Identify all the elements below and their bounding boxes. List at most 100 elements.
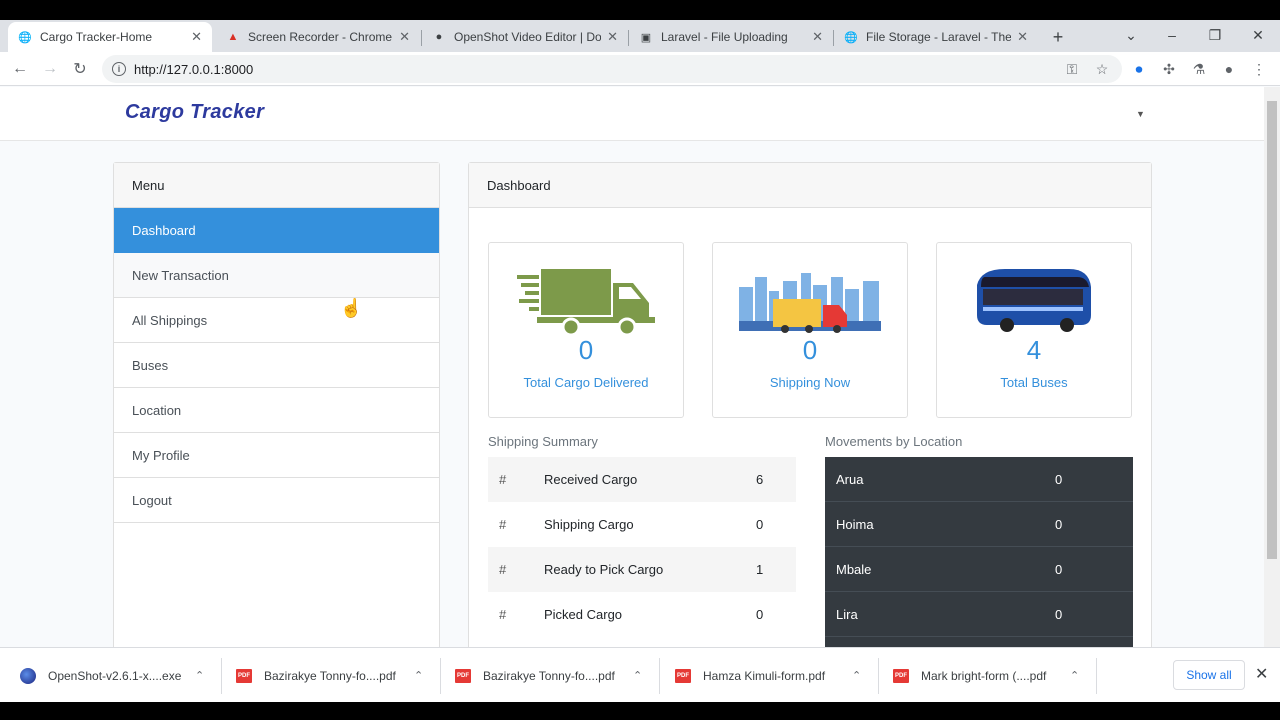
close-tab-icon[interactable]: ✕ [1017, 29, 1028, 45]
row-value: 1 [756, 562, 764, 577]
download-filename: Mark bright-form (....pdf [921, 668, 1047, 683]
row-name: Received Cargo [544, 472, 638, 487]
tab-file-storage[interactable]: 🌐 File Storage - Laravel - The P ✕ [834, 22, 1038, 52]
tab-openshot[interactable]: ● OpenShot Video Editor | Dov ✕ [422, 22, 628, 52]
download-item[interactable]: OpenShot-v2.6.1-x....exe ⌃ [20, 648, 210, 703]
chevron-up-icon[interactable]: ⌃ [1070, 669, 1079, 682]
user-dropdown-caret-icon[interactable]: ▼ [1136, 109, 1145, 119]
download-filename: OpenShot-v2.6.1-x....exe [48, 668, 182, 683]
laravel-icon: ▣ [640, 31, 652, 44]
menu-header: Menu [114, 163, 439, 208]
chevron-up-icon[interactable]: ⌃ [633, 669, 642, 682]
profile-avatar-icon[interactable]: ● [1219, 59, 1239, 79]
tab-laravel-upload[interactable]: ▣ Laravel - File Uploading ✕ [629, 22, 833, 52]
close-tab-icon[interactable]: ✕ [399, 29, 410, 45]
scrollbar-thumb[interactable] [1267, 101, 1277, 559]
browser-window: 🌐 Cargo Tracker-Home ✕ ▲ Screen Recorder… [0, 0, 1280, 720]
stat-total-buses[interactable]: 4 Total Buses [936, 242, 1132, 418]
download-item[interactable]: PDF Hamza Kimuli-form.pdf ⌃ [675, 648, 865, 703]
bottom-letterbox [0, 702, 1280, 720]
download-item[interactable]: PDF Bazirakye Tonny-fo....pdf ⌃ [236, 648, 426, 703]
location-value: 0 [1055, 561, 1063, 577]
tab-cargo-tracker[interactable]: 🌐 Cargo Tracker-Home ✕ [8, 22, 212, 52]
row-name: Picked Cargo [544, 607, 623, 622]
page-scrollbar[interactable] [1264, 87, 1280, 647]
movements-table: Arua 0 Hoima 0 Mbale 0 Lira 0 [825, 457, 1133, 647]
pdf-file-icon: PDF [675, 668, 691, 683]
truck-icon [517, 269, 655, 335]
row-hash: # [499, 517, 507, 532]
download-item[interactable]: PDF Bazirakye Tonny-fo....pdf ⌃ [455, 648, 645, 703]
stat-shipping-now[interactable]: 0 Shipping Now [712, 242, 908, 418]
bookmark-star-icon[interactable]: ☆ [1092, 59, 1112, 79]
close-tab-icon[interactable]: ✕ [607, 29, 618, 45]
chrome-icon: ▲ [227, 31, 239, 43]
download-item[interactable]: PDF Mark bright-form (....pdf ⌃ [893, 648, 1083, 703]
close-tab-icon[interactable]: ✕ [191, 29, 202, 45]
menu-item-buses[interactable]: Buses [114, 343, 439, 388]
download-separator [1096, 658, 1097, 694]
download-filename: Bazirakye Tonny-fo....pdf [483, 668, 615, 683]
menu-item-dashboard[interactable]: Dashboard [114, 208, 439, 253]
download-separator [878, 658, 879, 694]
menu-item-my-profile[interactable]: My Profile [114, 433, 439, 478]
stat-total-cargo-delivered[interactable]: 0 Total Cargo Delivered [488, 242, 684, 418]
stat-label: Shipping Now [769, 375, 851, 390]
new-tab-button[interactable]: + [1044, 22, 1072, 52]
pdf-file-icon: PDF [236, 668, 252, 683]
globe-icon: 🌐 [844, 31, 858, 44]
app-navbar: Cargo Tracker ▼ [0, 87, 1264, 141]
table-row: # Shipping Cargo 0 [488, 502, 796, 547]
location-name: Arua [836, 471, 864, 487]
menu-item-all-shippings[interactable]: All Shippings [114, 298, 439, 343]
table-row: Lira 0 [825, 592, 1133, 637]
table-row: Hoima 0 [825, 502, 1133, 547]
extensions-icon[interactable]: ✣ [1159, 59, 1179, 79]
show-all-downloads-button[interactable]: Show all [1173, 660, 1245, 690]
menu-item-logout[interactable]: Logout [114, 478, 439, 523]
back-icon[interactable]: ← [9, 58, 31, 80]
chevron-up-icon[interactable]: ⌃ [852, 669, 861, 682]
url-field[interactable]: i http://127.0.0.1:8000 [102, 55, 1122, 83]
tab-search-icon[interactable]: ⌄ [1109, 20, 1153, 50]
pdf-file-icon: PDF [893, 668, 909, 683]
table-row: # Received Cargo 6 [488, 457, 796, 502]
close-window-icon[interactable]: ✕ [1236, 20, 1280, 50]
tab-screen-recorder[interactable]: ▲ Screen Recorder - Chrome W ✕ [216, 22, 420, 52]
city-truck-icon [739, 273, 881, 333]
shipping-summary-table: # Received Cargo 6 # Shipping Cargo 0 # … [488, 457, 796, 637]
site-info-icon[interactable]: i [112, 62, 126, 76]
url-text: http://127.0.0.1:8000 [134, 61, 254, 77]
dashboard-header: Dashboard [469, 163, 1151, 208]
forward-icon[interactable]: → [39, 58, 61, 80]
stat-value: 0 [802, 335, 818, 365]
row-name: Ready to Pick Cargo [544, 562, 664, 577]
labs-icon[interactable]: ⚗ [1189, 59, 1209, 79]
minimize-icon[interactable]: – [1150, 20, 1194, 50]
key-icon[interactable]: ⚿ [1062, 59, 1082, 79]
stat-value: 0 [578, 335, 594, 365]
row-value: 6 [756, 472, 764, 487]
location-value: 0 [1055, 606, 1063, 622]
menu-item-location[interactable]: Location [114, 388, 439, 433]
table-row: Mbale 0 [825, 547, 1133, 592]
chevron-up-icon[interactable]: ⌃ [414, 669, 423, 682]
tab-title: OpenShot Video Editor | Dov [454, 30, 602, 44]
row-value: 0 [756, 517, 764, 532]
close-tab-icon[interactable]: ✕ [812, 29, 823, 45]
reload-icon[interactable]: ↻ [69, 58, 91, 80]
row-hash: # [499, 562, 507, 577]
address-bar: ← → ↻ i http://127.0.0.1:8000 ⚿ ☆ ⏺ ✣ ⚗ … [0, 52, 1280, 86]
chevron-up-icon[interactable]: ⌃ [195, 669, 204, 682]
download-separator [659, 658, 660, 694]
download-separator [440, 658, 441, 694]
close-downloads-icon[interactable]: ✕ [1255, 664, 1268, 684]
row-hash: # [499, 607, 507, 622]
menu-card: Menu Dashboard New Transaction All Shipp… [113, 162, 440, 647]
restore-icon[interactable]: ❐ [1193, 20, 1237, 50]
menu-item-new-transaction[interactable]: New Transaction [114, 253, 439, 298]
chrome-menu-icon[interactable]: ⋮ [1249, 59, 1269, 79]
screen-recorder-ext-icon[interactable]: ⏺ [1129, 59, 1149, 79]
brand-logo[interactable]: Cargo Tracker [125, 101, 264, 124]
movements-title: Movements by Location [825, 434, 963, 449]
